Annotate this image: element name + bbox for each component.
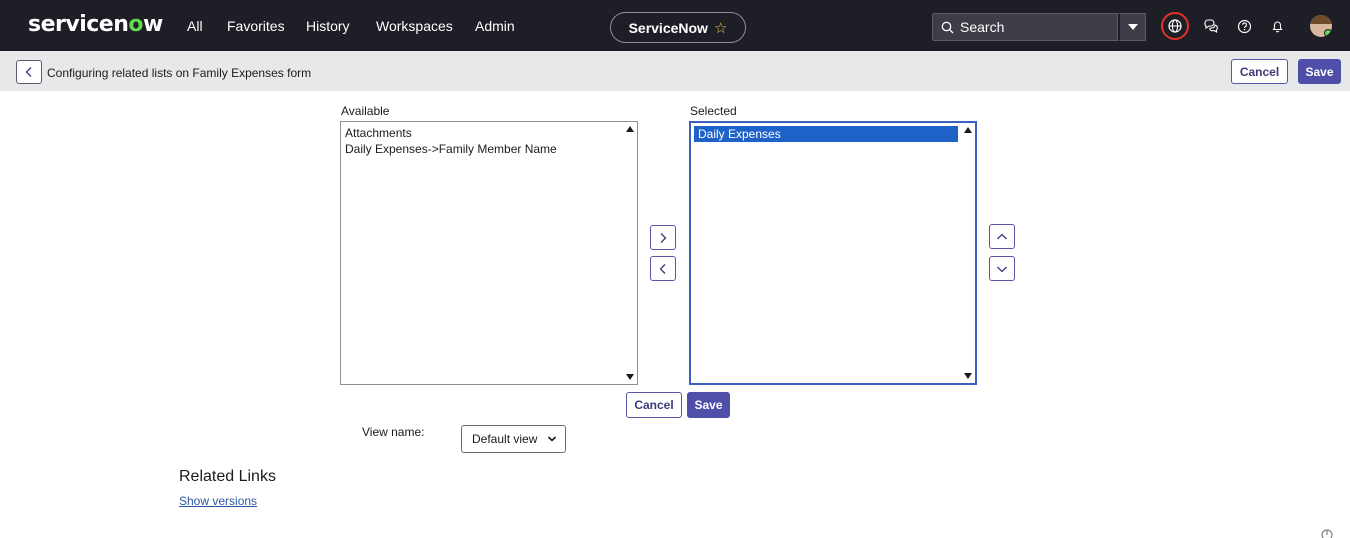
remove-from-selected-button[interactable] (650, 256, 676, 281)
nav-all[interactable]: All (187, 18, 203, 34)
chevron-right-icon (660, 232, 667, 243)
nav-admin[interactable]: Admin (475, 18, 515, 34)
save-button[interactable]: Save (687, 392, 730, 418)
nav-workspaces[interactable]: Workspaces (376, 18, 453, 34)
list-item-selected[interactable]: Daily Expenses (694, 126, 958, 142)
nav-favorites[interactable]: Favorites (227, 18, 285, 34)
list-item[interactable]: Daily Expenses->Family Member Name (341, 141, 637, 157)
instance-name-pill[interactable]: ServiceNow ☆ (610, 12, 746, 43)
scroll-down-icon[interactable] (626, 374, 634, 380)
chevron-left-icon (659, 263, 666, 274)
chevron-up-icon (997, 233, 1007, 239)
caret-down-icon (1127, 24, 1138, 30)
scroll-to-top-icon[interactable] (1320, 528, 1334, 538)
header-save-button[interactable]: Save (1298, 59, 1341, 84)
scrollbar[interactable] (962, 123, 975, 383)
selected-list[interactable]: Daily Expenses (689, 121, 977, 385)
search-placeholder: Search (960, 19, 1005, 35)
scroll-up-icon[interactable] (964, 127, 972, 133)
related-links-heading: Related Links (179, 468, 276, 485)
help-icon[interactable] (1233, 15, 1255, 37)
view-name-label: View name: (362, 425, 425, 439)
servicenow-logo[interactable]: servicenow (28, 12, 163, 37)
presence-dot (1324, 29, 1332, 37)
instance-name: ServiceNow (628, 19, 708, 36)
view-name-value: Default view (472, 432, 538, 446)
header-cancel-button[interactable]: Cancel (1231, 59, 1288, 84)
avatar-hair (1310, 15, 1332, 24)
move-up-button[interactable] (989, 224, 1015, 249)
globe-icon[interactable] (1161, 12, 1189, 40)
chevron-left-icon (25, 67, 32, 77)
form-title: Configuring related lists on Family Expe… (47, 66, 312, 80)
add-to-selected-button[interactable] (650, 225, 676, 250)
chevron-down-icon (997, 266, 1007, 272)
scrollbar[interactable] (624, 122, 637, 384)
chevron-down-icon (547, 436, 557, 442)
bell-icon[interactable] (1266, 15, 1288, 37)
nav-history[interactable]: History (306, 18, 350, 34)
list-item[interactable]: Attachments (341, 125, 637, 141)
selected-label: Selected (690, 104, 737, 118)
move-down-button[interactable] (989, 256, 1015, 281)
star-icon[interactable]: ☆ (714, 19, 727, 37)
search-icon (941, 21, 954, 33)
scroll-down-icon[interactable] (964, 373, 972, 379)
cancel-button[interactable]: Cancel (626, 392, 682, 418)
available-list[interactable]: Attachments Daily Expenses->Family Membe… (340, 121, 638, 385)
chat-icon[interactable] (1199, 15, 1221, 37)
scroll-up-icon[interactable] (626, 126, 634, 132)
view-name-select[interactable]: Default view (461, 425, 566, 453)
form-header: Configuring related lists on Family Expe… (0, 51, 1350, 91)
back-button[interactable] (16, 60, 42, 84)
search-input[interactable]: Search (932, 13, 1118, 41)
available-label: Available (341, 104, 390, 118)
search-scope-dropdown[interactable] (1118, 13, 1146, 41)
top-nav: servicenow All Favorites History Workspa… (0, 0, 1350, 51)
show-versions-link[interactable]: Show versions (179, 494, 257, 508)
avatar[interactable] (1310, 15, 1332, 37)
